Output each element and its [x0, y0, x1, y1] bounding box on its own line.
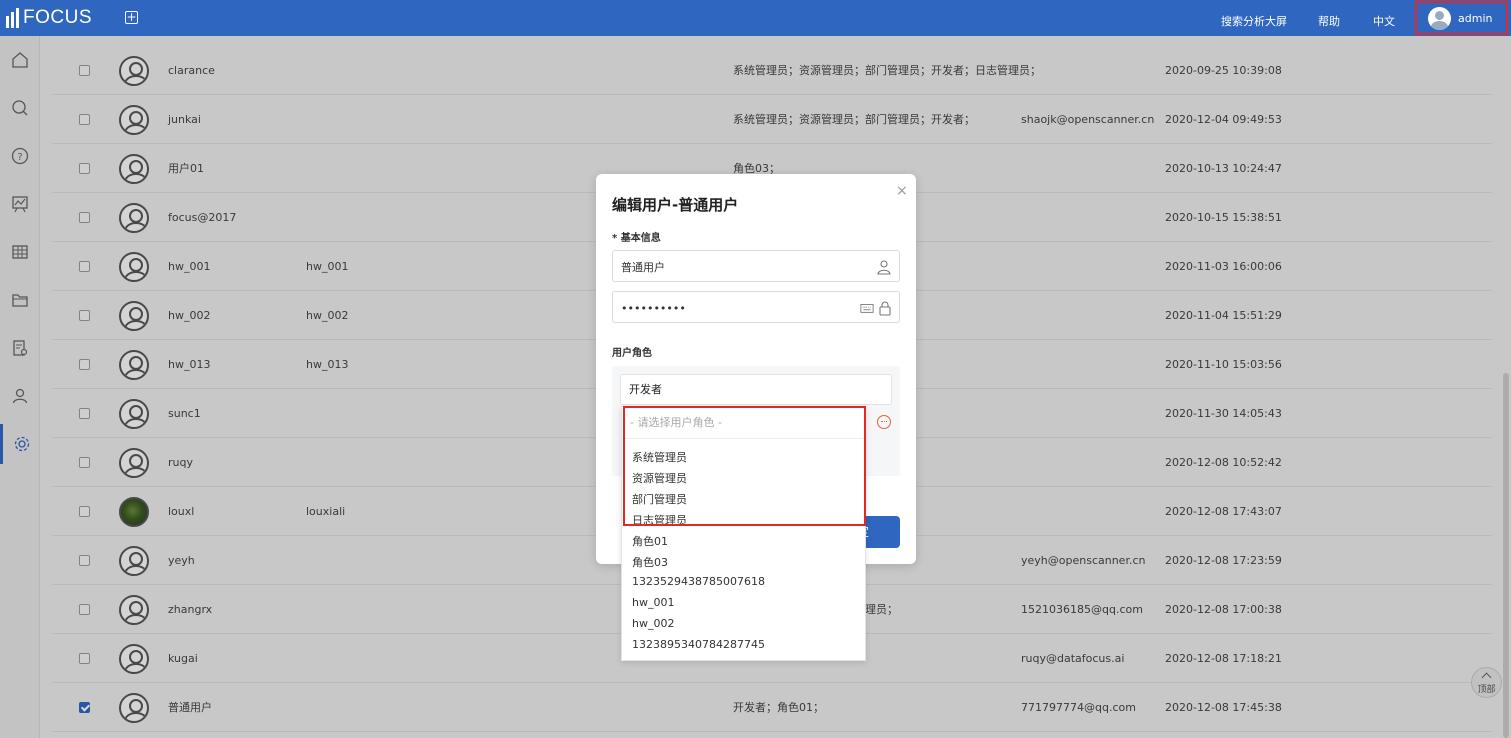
focus-logo[interactable]: FOCUS	[6, 7, 92, 29]
role-option[interactable]: hw_001	[632, 596, 674, 609]
nav-dashboard-link[interactable]: 搜索分析大屏	[1221, 13, 1287, 29]
role-option[interactable]: 1323529438785007618	[632, 575, 765, 588]
user-menu[interactable]: admin	[1415, 1, 1508, 35]
role-select-placeholder[interactable]: - 请选择用户角色 -	[622, 407, 865, 439]
nav-language-link[interactable]: 中文	[1373, 13, 1395, 29]
username-field[interactable]	[612, 250, 900, 282]
add-icon[interactable]: +	[125, 11, 138, 24]
modal-title: 编辑用户-普通用户	[612, 196, 739, 214]
role-option[interactable]: 角色01	[632, 533, 668, 549]
remove-role-icon[interactable]	[877, 415, 891, 429]
nav-help-link[interactable]: 帮助	[1318, 13, 1340, 29]
user-icon	[877, 260, 891, 275]
role-option[interactable]: 系统管理员	[632, 449, 687, 465]
user-roles-label: 用户角色	[612, 348, 652, 359]
user-avatar-icon	[1428, 6, 1451, 30]
role-option[interactable]: 资源管理员	[632, 470, 687, 486]
logo-text: FOCUS	[23, 7, 92, 28]
basic-info-label: * 基本信息	[612, 233, 661, 244]
user-name: admin	[1458, 11, 1493, 25]
role-option[interactable]: 角色03	[632, 554, 668, 570]
password-input[interactable]	[621, 300, 851, 316]
assigned-role[interactable]: 开发者	[620, 374, 892, 405]
password-field[interactable]	[612, 291, 900, 323]
role-option[interactable]: hw_002	[632, 617, 674, 630]
keyboard-icon[interactable]	[860, 300, 874, 316]
role-option[interactable]: 部门管理员	[632, 491, 687, 507]
top-bar: FOCUS + 搜索分析大屏 帮助 中文 admin	[0, 0, 1511, 36]
role-option[interactable]: 日志管理员	[632, 512, 687, 528]
lock-icon	[879, 301, 891, 316]
logo-bars-icon	[6, 8, 19, 28]
role-select-dropdown: - 请选择用户角色 - 系统管理员 资源管理员 部门管理员 日志管理员 角色01…	[621, 406, 866, 661]
close-icon[interactable]: ×	[896, 183, 908, 199]
role-option[interactable]: 1323895340784287745	[632, 638, 765, 651]
username-input[interactable]	[621, 259, 851, 275]
